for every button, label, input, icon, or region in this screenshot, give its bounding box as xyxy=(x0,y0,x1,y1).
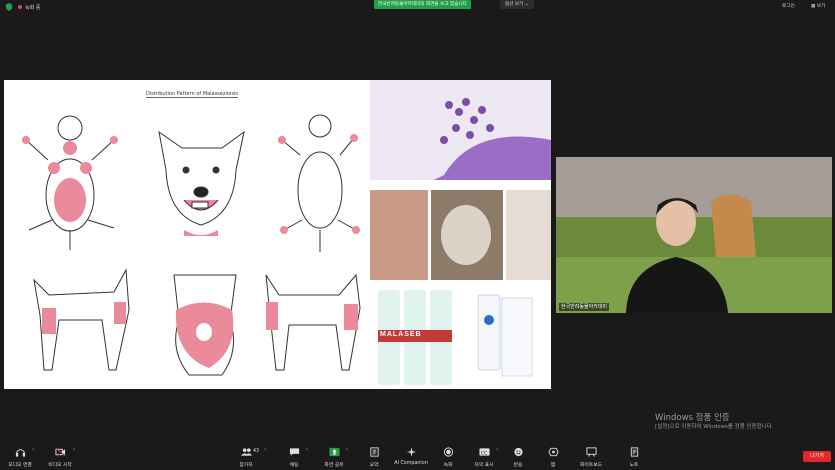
webcam-scene xyxy=(556,157,832,313)
screen-share-banner: 한국반려동물아카데미의 화면을 보고 있습니다 xyxy=(374,0,471,9)
dog-side-right-illustration xyxy=(265,273,361,371)
chevron-up-icon[interactable]: ⌃ xyxy=(305,448,309,454)
leave-button[interactable]: 나가기 xyxy=(803,451,831,462)
svg-text:CC: CC xyxy=(480,450,486,456)
apps-label: 앱 xyxy=(550,463,556,468)
activation-watermark-text: [설정]으로 이동하여 Windows를 정품 인증합니다. xyxy=(655,424,774,430)
view-button[interactable]: ▦ 보기 xyxy=(811,3,825,11)
clinical-photos xyxy=(370,190,551,280)
share-label: 화면 공유 xyxy=(324,463,344,468)
notes-label: 노트 xyxy=(629,463,639,468)
login-button[interactable]: 로그인 xyxy=(782,3,795,11)
smiley-icon xyxy=(513,447,523,457)
recording-indicator[interactable]: 녹화 중 xyxy=(18,2,40,12)
video-label: 비디오 시작 xyxy=(48,463,72,468)
chevron-up-icon[interactable]: ⌃ xyxy=(31,448,35,454)
participants-label: 참가자 xyxy=(239,463,253,468)
microscopy-image xyxy=(370,80,551,180)
shared-slide: MALASEB xyxy=(4,80,551,389)
record-button[interactable]: 녹화 xyxy=(428,444,468,470)
shield-icon xyxy=(5,3,13,11)
slide-illustrations xyxy=(22,80,551,385)
participant-name-label: 한국반려동물아카데미 xyxy=(559,303,610,311)
reactions-button[interactable]: 반응 xyxy=(498,444,538,470)
reactions-label: 반응 xyxy=(513,463,523,468)
summary-icon xyxy=(369,447,379,457)
participants-icon xyxy=(240,448,252,456)
apps-icon xyxy=(547,447,559,457)
ai-companion-button[interactable]: AI Companion xyxy=(391,444,431,470)
apps-button[interactable]: 앱 xyxy=(533,444,573,470)
whiteboard-icon xyxy=(585,447,597,457)
view-label: 보기 xyxy=(816,4,826,9)
share-screen-icon xyxy=(328,447,340,457)
record-dot-icon xyxy=(18,5,22,9)
chevron-up-icon[interactable]: ⌃ xyxy=(72,448,76,454)
notes-button[interactable]: 노트 xyxy=(614,444,654,470)
headphones-icon xyxy=(15,449,25,457)
record-icon xyxy=(443,447,453,457)
video-off-icon xyxy=(54,447,65,457)
meeting-toolbar: 오디오 연결 ⌃ 비디오 시작 ⌃ 참가자 43 ⌃ 채팅 ⌃ 화면 공유 ⌃ … xyxy=(0,444,835,470)
chat-icon xyxy=(289,448,299,456)
chevron-down-icon: ⌄ xyxy=(524,2,529,7)
dog-side-left-illustration xyxy=(33,268,130,371)
grid-icon: ▦ xyxy=(811,4,816,9)
whiteboard-label: 화이트보드 xyxy=(579,463,603,468)
summary-label: 요약 xyxy=(369,463,379,468)
captions-icon: CC xyxy=(478,448,490,456)
ai-label: AI Companion xyxy=(394,461,428,466)
dog-perineal-illustration xyxy=(173,274,237,376)
dog-face-illustration xyxy=(158,130,245,236)
recording-label: 녹화 중 xyxy=(25,4,41,11)
view-options-button[interactable]: 옵션 보기 ⌄ xyxy=(500,0,534,9)
slide-title: Distribution Pattern of Malassezioisis xyxy=(146,91,238,98)
record-label: 녹화 xyxy=(443,463,453,468)
top-bar: 녹화 중 한국반려동물아카데미의 화면을 보고 있습니다 옵션 보기 ⌄ 로그인… xyxy=(0,0,835,14)
chevron-up-icon[interactable]: ⌃ xyxy=(345,448,349,454)
whiteboard-button[interactable]: 화이트보드 xyxy=(571,444,611,470)
sparkle-icon xyxy=(406,447,416,457)
summary-button[interactable]: 요약 xyxy=(354,444,394,470)
bottle-label: MALASEB xyxy=(380,331,422,338)
notes-icon xyxy=(630,447,638,457)
dog-dorsal-illustration xyxy=(278,114,360,252)
dog-ventral-illustration xyxy=(22,115,118,250)
participants-button[interactable]: 참가자 xyxy=(226,444,266,470)
view-options-label: 옵션 보기 xyxy=(505,2,524,7)
chat-label: 채팅 xyxy=(289,463,299,468)
audio-label: 오디오 연결 xyxy=(8,463,32,468)
participants-count: 43 xyxy=(253,449,260,454)
webcam-video[interactable] xyxy=(556,157,832,313)
chevron-up-icon[interactable]: ⌃ xyxy=(263,448,267,454)
